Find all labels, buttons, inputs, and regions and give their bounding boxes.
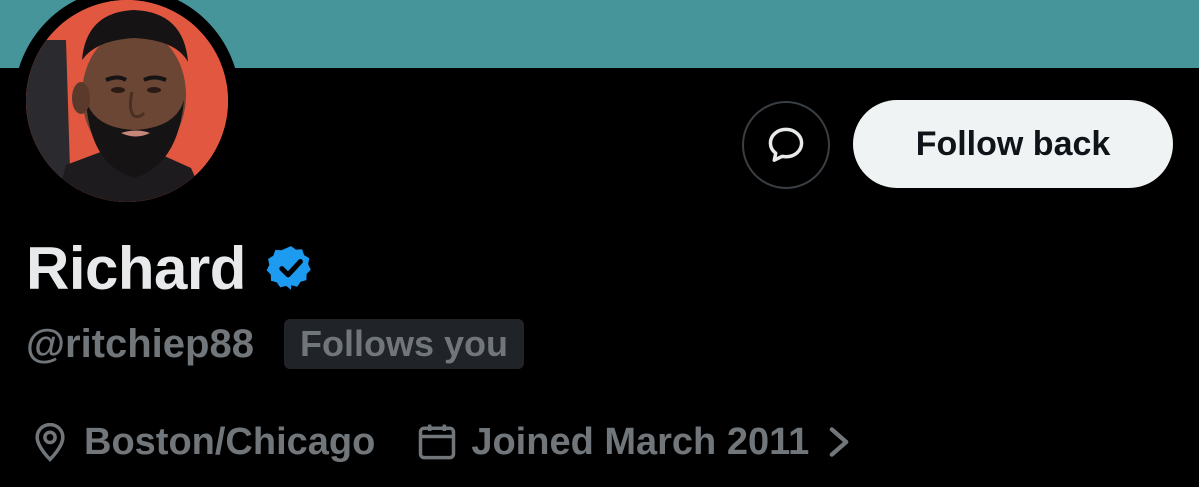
display-name: Richard — [26, 234, 246, 302]
profile-meta: Boston/Chicago Joined March 2011 — [28, 414, 853, 470]
joined-text: Joined March 2011 — [471, 420, 810, 463]
follows-you-badge: Follows you — [283, 319, 524, 369]
chevron-right-icon[interactable] — [825, 424, 853, 460]
handle-row: @ritchiep88 Follows you — [26, 318, 524, 370]
message-bubble-icon — [768, 127, 804, 162]
message-button[interactable] — [742, 101, 830, 189]
handle: @ritchiep88 — [26, 321, 254, 366]
location-item: Boston/Chicago — [28, 420, 375, 464]
name-row: Richard — [26, 232, 316, 304]
avatar-portrait — [26, 0, 228, 202]
joined-item[interactable]: Joined March 2011 — [415, 420, 853, 464]
profile-header: Follow back Richard @ritchiep88 Follows … — [0, 0, 1199, 487]
location-text: Boston/Chicago — [84, 420, 376, 463]
calendar-icon — [419, 424, 456, 460]
avatar[interactable] — [26, 0, 228, 202]
follow-back-button[interactable]: Follow back — [853, 100, 1173, 188]
verified-badge-icon[interactable] — [266, 243, 316, 293]
location-pin-icon — [35, 422, 65, 462]
